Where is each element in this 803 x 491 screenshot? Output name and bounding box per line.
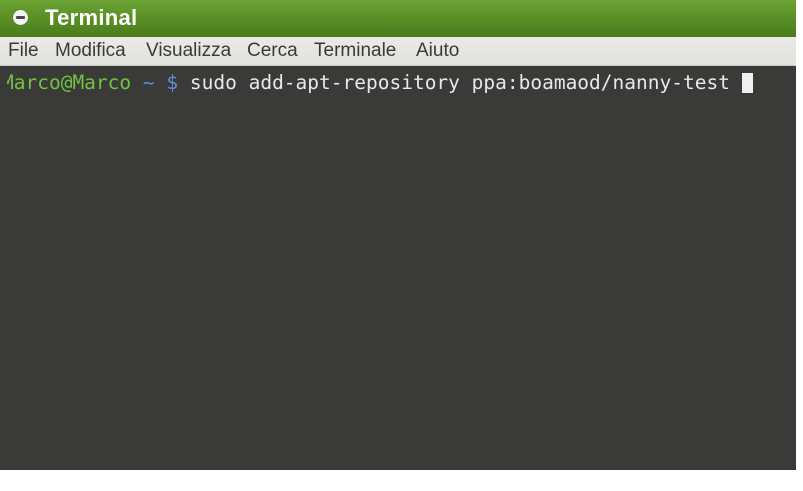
window-menu-button[interactable]	[13, 10, 28, 25]
prompt-symbol: $	[166, 72, 179, 94]
terminal-line: Marco@Marco ~ $ sudo add-apt-repository …	[7, 72, 796, 94]
menu-terminale[interactable]: Terminale	[314, 37, 396, 65]
window-menu-icon	[16, 16, 25, 19]
title-bar[interactable]: Terminal	[0, 0, 796, 37]
prompt-user: Marco@Marco	[7, 72, 132, 94]
menu-modifica[interactable]: Modifica	[55, 37, 126, 65]
menu-file[interactable]: File	[8, 37, 39, 65]
menu-bar: File Modifica Visualizza Cerca Terminale…	[0, 37, 796, 66]
menu-aiuto[interactable]: Aiuto	[416, 37, 459, 65]
menu-cerca[interactable]: Cerca	[247, 37, 298, 65]
prompt-path: ~	[142, 72, 155, 94]
terminal-window: Terminal File Modifica Visualizza Cerca …	[0, 0, 796, 470]
text-cursor	[741, 73, 753, 93]
window-title: Terminal	[45, 5, 138, 30]
menu-visualizza[interactable]: Visualizza	[146, 37, 231, 65]
command-text: sudo add-apt-repository ppa:boamaod/nann…	[189, 72, 730, 94]
terminal-area[interactable]: Marco@Marco ~ $ sudo add-apt-repository …	[0, 66, 796, 470]
